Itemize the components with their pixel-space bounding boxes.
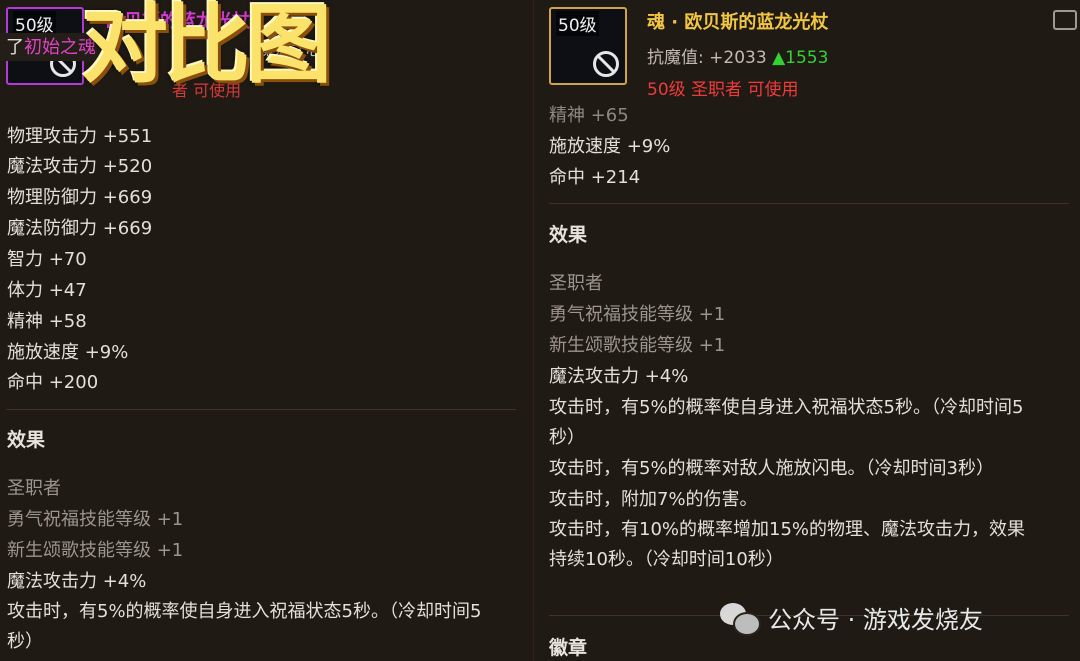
class-name: 圣职者 bbox=[549, 273, 603, 294]
emblem-heading: 徽章 bbox=[549, 637, 588, 659]
no-entry-icon bbox=[593, 51, 619, 77]
stat-line: 施放速度 +9% bbox=[7, 342, 129, 363]
right-requirement: 50级 圣职者 可使用 bbox=[647, 80, 799, 100]
class-name: 圣职者 bbox=[7, 478, 61, 499]
effect-line: 攻击时，有5%的概率对敌人施放闪电。（冷却时间3秒） bbox=[549, 458, 995, 479]
effect-line: 魔法攻击力 +4% bbox=[549, 366, 689, 387]
comparison-banner: 对比图 bbox=[82, 0, 332, 95]
right-item-tooltip: 50级 魂 · 欧贝斯的蓝龙光杖 抗魔值: +2033 ▲1553 50级 圣职… bbox=[533, 0, 1080, 661]
left-item-tooltip: 50级 欧贝斯的蓝龙光杖 了初始之魂 魔龙之心 者 可使用 对比图 物理攻击力 … bbox=[0, 0, 533, 661]
stat-line: 命中 +214 bbox=[549, 167, 641, 188]
effect-line: 持续10秒。（冷却时间10秒） bbox=[549, 549, 784, 570]
effect-line: 攻击时，有5%的概率使自身进入祝福状态5秒。（冷却时间5 bbox=[7, 601, 482, 622]
right-item-title: 魂 · 欧贝斯的蓝龙光杖 bbox=[647, 12, 829, 33]
effect-line: 秒） bbox=[7, 631, 43, 652]
effect-line: 攻击时，附加7%的伤害。 bbox=[549, 489, 758, 510]
stat-line: 魔法攻击力 +520 bbox=[7, 156, 153, 177]
stat-line: 魔法防御力 +669 bbox=[7, 218, 153, 239]
resist-diff: ▲1553 bbox=[772, 48, 829, 68]
watermark-text: 公众号 · 游戏发烧友 bbox=[768, 606, 983, 634]
effect-line: 勇气祝福技能等级 +1 bbox=[7, 509, 184, 530]
stat-line: 智力 +70 bbox=[7, 249, 87, 270]
effect-line: 勇气祝福技能等级 +1 bbox=[549, 304, 726, 325]
effect-line: 攻击时，有10%的概率增加15%的物理、魔法攻击力，效果 bbox=[549, 519, 1026, 540]
partial-stat: 精神 +65 bbox=[549, 105, 629, 126]
right-level-tag: 50级 bbox=[556, 11, 599, 36]
watermark: 公众号 · 游戏发烧友 bbox=[720, 600, 983, 636]
effects-heading: 效果 bbox=[7, 429, 46, 451]
wechat-icon bbox=[720, 601, 761, 636]
effect-line: 新生颂歌技能等级 +1 bbox=[549, 335, 726, 356]
resist-value-row: 抗魔值: +2033 ▲1553 bbox=[647, 48, 829, 68]
stat-line: 命中 +200 bbox=[7, 372, 99, 393]
stat-line: 体力 +47 bbox=[7, 280, 87, 301]
effect-line: 新生颂歌技能等级 +1 bbox=[7, 540, 184, 561]
effect-line: 魔法攻击力 +4% bbox=[7, 571, 147, 592]
right-item-icon[interactable]: 50级 bbox=[549, 7, 627, 85]
divider bbox=[6, 409, 516, 410]
effect-line: 攻击时，有5%的概率使自身进入祝福状态5秒。（冷却时间5 bbox=[549, 397, 1024, 418]
effects-heading: 效果 bbox=[549, 224, 588, 246]
divider bbox=[549, 203, 1069, 204]
effect-line: 秒） bbox=[549, 427, 585, 448]
stat-line: 施放速度 +9% bbox=[549, 136, 671, 157]
stat-line: 物理攻击力 +551 bbox=[7, 126, 153, 147]
stat-line: 物理防御力 +669 bbox=[7, 187, 153, 208]
share-icon[interactable] bbox=[1053, 10, 1077, 30]
stat-line: 精神 +58 bbox=[7, 311, 87, 332]
